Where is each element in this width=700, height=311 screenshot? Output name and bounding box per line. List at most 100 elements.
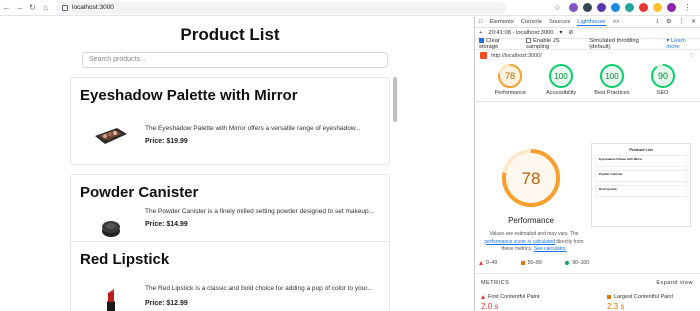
score-value: 78 [505, 71, 515, 81]
eyeshadow-palette-image [95, 128, 127, 144]
more-tabs-button[interactable]: >> [613, 19, 620, 25]
final-screenshot-thumbnail[interactable]: Product List Eyeshadow Palette with Mirr… [591, 143, 691, 227]
tab-console[interactable]: Console [521, 19, 542, 25]
product-price: Price: $19.99 [145, 138, 188, 145]
settings-icon[interactable]: ⚙ [666, 19, 671, 25]
score-label: SEO [656, 90, 669, 96]
page-scrollbar[interactable] [393, 77, 397, 122]
extension-icon[interactable] [569, 3, 578, 12]
home-icon[interactable]: ⌂ [39, 1, 52, 14]
devtools-panel: □ Elements Console Sources Lighthouse >>… [474, 17, 700, 311]
triangle-icon [479, 260, 483, 265]
more-options-icon[interactable]: ⋮ [678, 19, 684, 25]
gauge-title: Performance [508, 216, 554, 225]
product-description: The Eyeshadow Palette with Mirror offers… [145, 125, 361, 132]
profile-avatar[interactable] [667, 3, 676, 12]
more-options-icon[interactable]: ⋮ [689, 53, 700, 59]
extension-icon[interactable] [611, 3, 620, 12]
score-value: 100 [605, 72, 619, 81]
lighthouse-options: Clear storage Enable JS sampling Simulat… [475, 37, 700, 51]
metric-value: 2.0 s [481, 302, 499, 311]
product-card[interactable]: Red Lipstick The Red Lipstick is a class… [70, 241, 390, 311]
close-icon[interactable]: ✕ [691, 19, 700, 25]
gauge-performance[interactable]: 78 Performance [490, 63, 530, 97]
score-gauges: 78 Performance 100 Accessibility 100 Bes… [475, 61, 700, 97]
product-card[interactable]: Eyeshadow Palette with Mirror The Eyesha… [70, 77, 390, 165]
product-name: Powder Canister [80, 184, 199, 201]
back-icon[interactable]: ← [0, 1, 13, 14]
gauge-best-practices[interactable]: 100 Best Practices [592, 63, 632, 97]
square-icon [606, 294, 611, 299]
score-value: 78 [522, 169, 541, 188]
legend-label: 0–49 [486, 260, 498, 266]
learn-more-link[interactable]: ▾ Learn more [666, 38, 700, 50]
report-selector[interactable]: 20:41:08 - localhost:3000 [488, 30, 553, 36]
clear-storage-option[interactable]: Clear storage [479, 37, 520, 50]
extension-icon[interactable] [583, 3, 592, 12]
circle-icon [565, 260, 570, 265]
clear-icon[interactable]: ⊘ [568, 30, 573, 36]
powder-canister-image [102, 221, 120, 237]
score-ring: 100 [599, 64, 624, 88]
thumbnail-card: Eyeshadow Palette with Mirror [595, 155, 687, 167]
square-icon [520, 260, 525, 265]
chevron-down-icon[interactable]: ▾ [560, 30, 563, 36]
gauge-accessibility[interactable]: 100 Accessibility [541, 63, 581, 97]
extension-icon[interactable] [597, 3, 606, 12]
tab-sources[interactable]: Sources [549, 19, 570, 25]
calculator-link[interactable]: See calculator. [534, 246, 567, 252]
product-description: The Powder Canister is a finely milled s… [145, 208, 375, 215]
tab-lighthouse[interactable]: Lighthouse [577, 19, 606, 26]
issues-badge[interactable]: 1 [656, 19, 659, 25]
js-sampling-option[interactable]: Enable JS sampling [526, 37, 583, 51]
browser-toolbar: ← → ↻ ⌂ localhost:3000 ☆ ⋮ [0, 0, 700, 16]
product-price: Price: $14.99 [145, 221, 188, 228]
search-input[interactable]: Search products... [82, 52, 388, 68]
site-info-icon[interactable] [62, 4, 68, 11]
inspect-icon[interactable]: □ [479, 19, 483, 25]
score-value: 100 [554, 72, 568, 81]
option-label: Enable JS sampling [526, 38, 560, 51]
new-report-icon[interactable]: + [479, 30, 482, 36]
throttling-select[interactable]: Simulated throttling (default) [589, 38, 660, 50]
tab-elements[interactable]: Elements [490, 19, 514, 25]
checkbox-unchecked[interactable] [526, 37, 532, 43]
score-ring: 90 [650, 64, 675, 88]
score-label: Performance [494, 90, 527, 96]
product-name: Red Lipstick [80, 251, 170, 268]
extension-icon[interactable] [625, 3, 634, 12]
reload-icon[interactable]: ↻ [26, 1, 39, 14]
thumbnail-card: Powder Canister [595, 170, 687, 182]
expand-view-button[interactable]: Expand view [656, 280, 693, 286]
extension-icon[interactable] [639, 3, 648, 12]
product-name: Eyeshadow Palette with Mirror [80, 87, 298, 104]
metrics-section: METRICS Expand view First Contentful Pai… [475, 273, 700, 311]
metric-label: Largest Contentful Paint [613, 294, 673, 300]
address-bar[interactable]: localhost:3000 [56, 1, 506, 14]
product-description: The Red Lipstick is a classic and bold c… [145, 285, 373, 292]
forward-icon[interactable]: → [13, 1, 26, 14]
score-label: Best Practices [594, 90, 630, 96]
checkbox-checked[interactable] [479, 37, 484, 43]
legend-label: 90–100 [572, 260, 589, 266]
legend-pass: 90–100 [565, 260, 589, 266]
product-card[interactable]: Powder Canister The Powder Canister is a… [70, 174, 390, 247]
score-value: 90 [658, 71, 668, 81]
extension-icons: ☆ ⋮ [551, 1, 700, 14]
performance-gauge-large: 78 Performance [499, 146, 563, 225]
gauge-seo[interactable]: 90 SEO [643, 63, 683, 97]
score-label: Accessibility [546, 90, 577, 96]
devtools-tabs: □ Elements Console Sources Lighthouse >>… [475, 17, 700, 28]
triangle-icon [481, 294, 485, 299]
address-text: localhost:3000 [72, 4, 114, 11]
star-icon[interactable]: ☆ [551, 1, 564, 14]
extension-icon[interactable] [653, 3, 662, 12]
metrics-header: METRICS [481, 280, 510, 286]
lighthouse-logo-icon [480, 52, 487, 59]
metric-fcp: First Contentful Paint 2.0 s [481, 294, 539, 311]
menu-icon[interactable]: ⋮ [681, 1, 694, 14]
score-calculated-link[interactable]: performance score is calculated [484, 239, 555, 245]
web-page: Product List Search products... Eyeshado… [0, 17, 399, 311]
score-note: Values are estimated and may vary. The p… [481, 231, 587, 254]
report-url: http://localhost:3000/ [491, 52, 542, 59]
